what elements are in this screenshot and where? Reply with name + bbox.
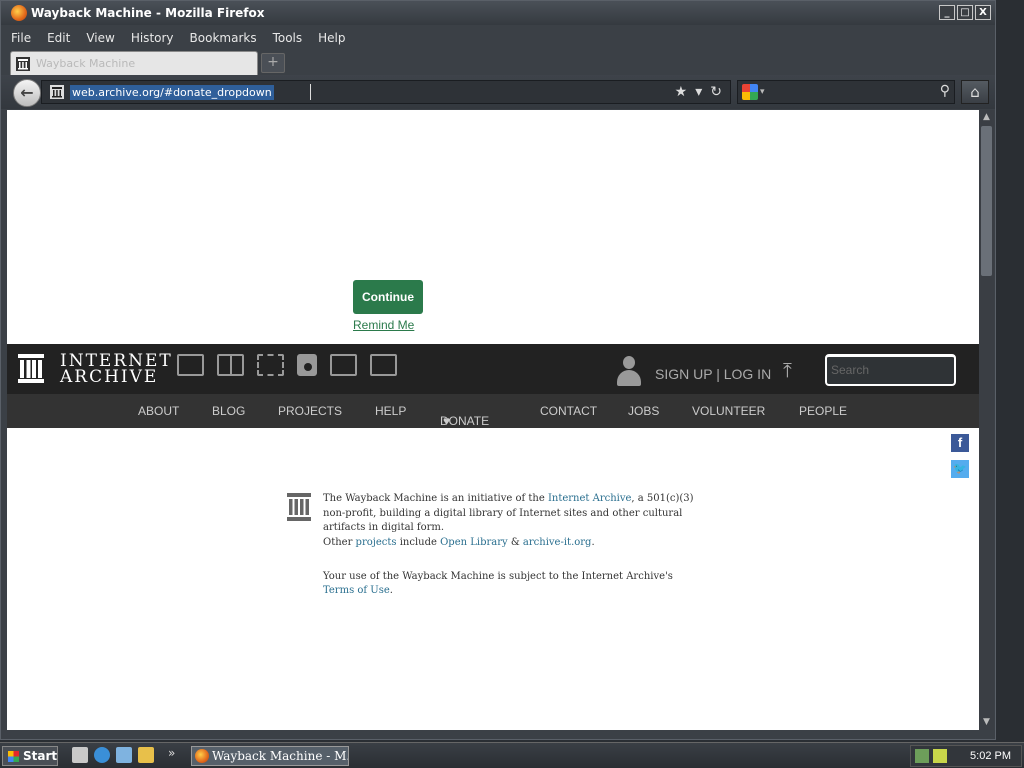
twitter-icon[interactable]: 🐦	[951, 460, 969, 478]
terms-of-use-link[interactable]: Terms of Use	[323, 585, 390, 596]
quick-launch	[72, 747, 154, 763]
menu-view[interactable]: View	[86, 31, 114, 45]
texts-icon[interactable]	[217, 354, 244, 376]
ia-search-input[interactable]: Search	[825, 354, 956, 386]
menu-bookmarks[interactable]: Bookmarks	[190, 31, 257, 45]
projects-link[interactable]: projects	[356, 537, 397, 548]
google-icon[interactable]	[742, 84, 758, 100]
reload-icon[interactable]: ↻	[710, 84, 722, 100]
bookmark-star-icon[interactable]: ★	[675, 84, 688, 100]
close-button[interactable]: X	[975, 5, 991, 20]
menu-history[interactable]: History	[131, 31, 174, 45]
menu-tools[interactable]: Tools	[273, 31, 303, 45]
start-flag-icon	[8, 751, 19, 762]
menu-file[interactable]: File	[11, 31, 31, 45]
explorer-icon[interactable]	[138, 747, 154, 763]
title-bar: Wayback Machine - Mozilla Firefox _ □ X	[1, 1, 995, 25]
navigation-bar: ← web.archive.org/#donate_dropdown ★ ▾ ↻	[1, 75, 995, 109]
mail-icon[interactable]	[116, 747, 132, 763]
menu-bar: File Edit View History Bookmarks Tools H…	[1, 27, 995, 49]
menu-help[interactable]: Help	[318, 31, 345, 45]
nav-people[interactable]: PEOPLE	[799, 404, 847, 418]
page-viewport: Continue Remind Me INTERNET ARCHIVE SIGN…	[7, 110, 979, 730]
social-links: f 🐦	[951, 434, 969, 478]
start-button[interactable]: Start	[2, 746, 58, 766]
home-button[interactable]: ⌂	[961, 80, 989, 104]
software-icon[interactable]	[330, 354, 357, 376]
back-button[interactable]: ←	[13, 79, 41, 107]
search-magnifier-icon[interactable]: ⚲	[940, 83, 950, 99]
taskbar: Start » Wayback Machine - M... 5:02 PM	[0, 742, 1024, 768]
continue-button[interactable]: Continue	[353, 280, 423, 314]
scroll-down-icon[interactable]: ▼	[979, 715, 994, 730]
quick-launch-more-icon[interactable]: »	[168, 746, 175, 760]
ia-nav-bar: ABOUT BLOG PROJECTS HELP DONATE ♥ CONTACT…	[7, 394, 979, 428]
open-library-link[interactable]: Open Library	[440, 537, 508, 548]
minimize-button[interactable]: _	[939, 5, 955, 20]
network-icon[interactable]	[915, 749, 929, 763]
ia-header: INTERNET ARCHIVE SIGN UP | LOG IN ⤒ Sear…	[7, 344, 979, 394]
system-tray: 5:02 PM	[910, 745, 1022, 767]
wayback-description: The Wayback Machine is an initiative of …	[323, 493, 694, 548]
archive-favicon-icon	[50, 85, 64, 99]
firefox-icon	[11, 5, 27, 21]
archive-building-icon	[287, 493, 311, 521]
scrollbar-thumb[interactable]	[981, 126, 992, 276]
window-controls: _ □ X	[939, 5, 991, 20]
tab-wayback-machine[interactable]: Wayback Machine	[10, 51, 258, 75]
internet-archive-logo-icon[interactable]	[17, 352, 45, 384]
text-cursor	[310, 84, 311, 100]
tab-label: Wayback Machine	[36, 57, 136, 70]
images-icon[interactable]	[370, 354, 397, 376]
tray-app-icon[interactable]	[933, 749, 947, 763]
internet-archive-link[interactable]: Internet Archive	[548, 493, 631, 504]
terms-notice: Your use of the Wayback Machine is subje…	[323, 571, 673, 596]
remind-me-link[interactable]: Remind Me	[353, 318, 414, 332]
video-icon[interactable]	[257, 354, 284, 376]
user-icon[interactable]	[615, 356, 643, 388]
url-dropdown-icon[interactable]: ▾	[695, 84, 702, 100]
facebook-icon[interactable]: f	[951, 434, 969, 452]
tab-strip: Wayback Machine +	[1, 49, 995, 75]
nav-jobs[interactable]: JOBS	[628, 404, 659, 418]
archive-it-link[interactable]: archive-it.org	[523, 537, 592, 548]
desktop: Wayback Machine - Mozilla Firefox _ □ X …	[0, 0, 1024, 768]
nav-blog[interactable]: BLOG	[212, 404, 245, 418]
window-title: Wayback Machine - Mozilla Firefox	[31, 6, 265, 20]
search-engine-dropdown-icon[interactable]: ▾	[760, 87, 765, 97]
url-bar-icons: ★ ▾ ↻	[675, 84, 722, 100]
firefox-icon	[195, 749, 209, 763]
url-text[interactable]: web.archive.org/#donate_dropdown	[70, 84, 274, 100]
internet-archive-wordmark[interactable]: INTERNET ARCHIVE	[60, 353, 173, 386]
scroll-up-icon[interactable]: ▲	[979, 110, 994, 125]
nav-help[interactable]: HELP	[375, 404, 406, 418]
maximize-button[interactable]: □	[957, 5, 973, 20]
internet-explorer-icon[interactable]	[94, 747, 110, 763]
audio-icon[interactable]	[297, 354, 317, 376]
signup-login-link[interactable]: SIGN UP | LOG IN	[655, 366, 771, 382]
vertical-scrollbar[interactable]: ▲ ▼	[979, 110, 994, 730]
desktop-icon[interactable]	[72, 747, 88, 763]
nav-volunteer[interactable]: VOLUNTEER	[692, 404, 765, 418]
upload-icon[interactable]: ⤒	[783, 358, 792, 382]
taskbar-item-firefox[interactable]: Wayback Machine - M...	[191, 746, 349, 766]
search-bar[interactable]: ▾ ⚲	[737, 80, 955, 104]
media-type-icons	[177, 354, 397, 376]
archive-favicon-icon	[16, 56, 30, 71]
nav-contact[interactable]: CONTACT	[540, 404, 597, 418]
heart-icon: ♥	[443, 414, 451, 428]
nav-projects[interactable]: PROJECTS	[278, 404, 342, 418]
url-bar[interactable]: web.archive.org/#donate_dropdown ★ ▾ ↻	[41, 80, 731, 104]
clock: 5:02 PM	[970, 750, 1011, 762]
menu-edit[interactable]: Edit	[47, 31, 70, 45]
new-tab-button[interactable]: +	[261, 53, 285, 73]
nav-about[interactable]: ABOUT	[138, 404, 179, 418]
web-icon[interactable]	[177, 354, 204, 376]
